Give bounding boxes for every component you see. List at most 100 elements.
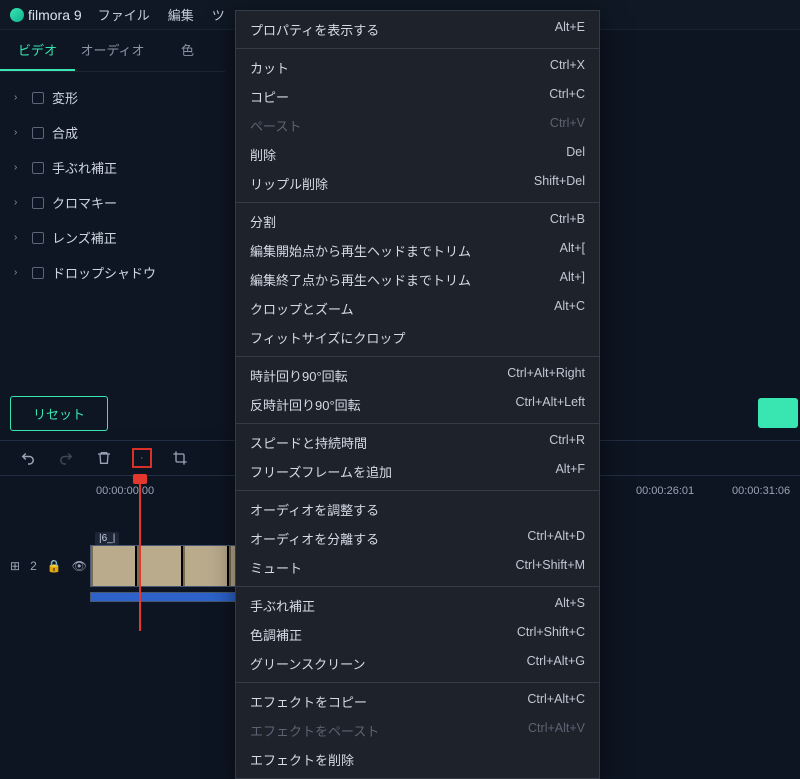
brand: filmora 9	[10, 7, 82, 23]
scissors-icon[interactable]	[132, 448, 152, 468]
menu-item-shortcut: Ctrl+C	[549, 87, 585, 106]
menu-item-label: フリーズフレームを追加	[250, 462, 392, 481]
checkbox-icon[interactable]	[32, 197, 44, 209]
chevron-right-icon: ›	[14, 92, 24, 103]
menu-item[interactable]: 時計回り90°回転Ctrl+Alt+Right	[236, 361, 599, 390]
checkbox-icon[interactable]	[32, 232, 44, 244]
menu-item[interactable]: オーディオを調整する	[236, 495, 599, 524]
menu-item[interactable]: プロパティを表示するAlt+E	[236, 15, 599, 44]
fx-dropshadow[interactable]: ›ドロップシャドウ	[6, 255, 219, 290]
chevron-right-icon: ›	[14, 267, 24, 278]
effects-list: ›変形 ›合成 ›手ぶれ補正 ›クロマキー ›レンズ補正 ›ドロップシャドウ	[0, 72, 225, 298]
menu-item[interactable]: カットCtrl+X	[236, 53, 599, 82]
menu-item-label: 編集終了点から再生ヘッドまでトリム	[250, 270, 471, 289]
menu-item[interactable]: 色調補正 Ctrl+Shift+C	[236, 620, 599, 649]
menu-item-shortcut: Ctrl+Shift+M	[516, 558, 585, 577]
menu-item[interactable]: 編集開始点から再生ヘッドまでトリム Alt+[	[236, 236, 599, 265]
checkbox-icon[interactable]	[32, 92, 44, 104]
menu-item-shortcut: Ctrl+Alt+Right	[507, 366, 585, 385]
menu-item-label: エフェクトを削除	[250, 750, 354, 769]
menu-item-label: 削除	[250, 145, 276, 164]
menu-item-shortcut: Ctrl+X	[550, 58, 585, 77]
menu-item-shortcut: Ctrl+V	[550, 116, 585, 135]
menu-item-label: プロパティを表示する	[250, 20, 379, 39]
tab-audio[interactable]: オーディオ	[75, 30, 150, 71]
menu-item-shortcut: Alt+]	[560, 270, 585, 289]
menu-item[interactable]: グリーンスクリーンCtrl+Alt+G	[236, 649, 599, 678]
fx-lens[interactable]: ›レンズ補正	[6, 220, 219, 255]
menu-item[interactable]: リップル削除Shift+Del	[236, 169, 599, 198]
menu-item: ペースト Ctrl+V	[236, 111, 599, 140]
fx-chromakey[interactable]: ›クロマキー	[6, 185, 219, 220]
menu-item-shortcut: Ctrl+Alt+V	[528, 721, 585, 740]
menu-separator	[236, 490, 599, 491]
menu-item[interactable]: クロップとズームAlt+C	[236, 294, 599, 323]
clip-label: |6_|	[95, 532, 119, 545]
menu-item[interactable]: 反時計回り90°回転Ctrl+Alt+Left	[236, 390, 599, 419]
menu-item-shortcut: Ctrl+Alt+G	[527, 654, 585, 673]
fx-label: 変形	[52, 88, 78, 107]
menu-file[interactable]: ファイル	[98, 5, 150, 24]
menu-item-label: クロップとズーム	[250, 299, 354, 318]
menu-item-label: リップル削除	[250, 174, 328, 193]
confirm-button[interactable]	[758, 398, 798, 428]
menu-item[interactable]: 手ぶれ補正Alt+S	[236, 591, 599, 620]
menu-separator	[236, 423, 599, 424]
menu-separator	[236, 202, 599, 203]
menu-item[interactable]: オーディオを分離するCtrl+Alt+D	[236, 524, 599, 553]
crop-icon[interactable]	[170, 448, 190, 468]
fx-label: クロマキー	[52, 193, 117, 212]
menu-item[interactable]: コピー Ctrl+C	[236, 82, 599, 111]
menu-item[interactable]: スピードと持続時間Ctrl+R	[236, 428, 599, 457]
menu-item-shortcut: Ctrl+Alt+D	[527, 529, 585, 548]
playhead[interactable]	[139, 476, 141, 631]
menu-item-label: フィットサイズにクロップ	[250, 328, 405, 347]
menubar: ファイル 編集 ツ	[98, 5, 225, 24]
effects-sidebar: ビデオ オーディオ 色 ›変形 ›合成 ›手ぶれ補正 ›クロマキー ›レンズ補正…	[0, 30, 225, 430]
undo-icon[interactable]	[18, 448, 38, 468]
timecode: 00:00:00:00	[96, 485, 154, 497]
checkbox-icon[interactable]	[32, 127, 44, 139]
checkbox-icon[interactable]	[32, 162, 44, 174]
menu-item-label: オーディオを調整する	[250, 500, 379, 519]
chevron-right-icon: ›	[14, 232, 24, 243]
fx-transform[interactable]: › 変形	[6, 80, 219, 115]
menu-item[interactable]: ミュートCtrl+Shift+M	[236, 553, 599, 582]
menu-item-label: ペースト	[250, 116, 301, 135]
menu-edit[interactable]: 編集	[168, 5, 194, 24]
reset-button[interactable]: リセット	[10, 396, 108, 431]
fx-stabilize[interactable]: ›手ぶれ補正	[6, 150, 219, 185]
menu-item-shortcut: Ctrl+B	[550, 212, 585, 231]
menu-item[interactable]: 分割Ctrl+B	[236, 207, 599, 236]
menu-item-label: コピー	[250, 87, 289, 106]
menu-item[interactable]: フィットサイズにクロップ	[236, 323, 599, 352]
redo-icon[interactable]	[56, 448, 76, 468]
menu-item-shortcut: Ctrl+Shift+C	[517, 625, 585, 644]
tab-color[interactable]: 色	[150, 30, 225, 71]
menu-item-shortcut: Ctrl+Alt+C	[527, 692, 585, 711]
menu-item[interactable]: 削除 Del	[236, 140, 599, 169]
fx-composite[interactable]: ›合成	[6, 115, 219, 150]
menu-item-label: 色調補正	[250, 625, 302, 644]
menu-separator	[236, 48, 599, 49]
menu-tools[interactable]: ツ	[212, 5, 225, 24]
menu-item-label: 編集開始点から再生ヘッドまでトリム	[250, 241, 471, 260]
menu-item-shortcut: Alt+[	[560, 241, 585, 260]
menu-item[interactable]: フリーズフレームを追加Alt+F	[236, 457, 599, 486]
brand-text: filmora 9	[28, 7, 82, 23]
trash-icon[interactable]	[94, 448, 114, 468]
menu-item[interactable]: 編集終了点から再生ヘッドまでトリム Alt+]	[236, 265, 599, 294]
lock-icon[interactable]: 🔒	[47, 559, 62, 573]
menu-item[interactable]: エフェクトを削除	[236, 745, 599, 774]
track-options-icon[interactable]: ⊞	[10, 559, 20, 573]
track-index: 2	[30, 559, 37, 573]
menu-separator	[236, 586, 599, 587]
chevron-right-icon: ›	[14, 162, 24, 173]
menu-item-label: エフェクトをペースト	[250, 721, 379, 740]
eye-icon[interactable]: 👁	[72, 559, 87, 573]
tab-video[interactable]: ビデオ	[0, 30, 75, 71]
menu-item-label: 手ぶれ補正	[250, 596, 315, 615]
checkbox-icon[interactable]	[32, 267, 44, 279]
menu-item-shortcut: Del	[566, 145, 585, 164]
menu-item[interactable]: エフェクトをコピーCtrl+Alt+C	[236, 687, 599, 716]
